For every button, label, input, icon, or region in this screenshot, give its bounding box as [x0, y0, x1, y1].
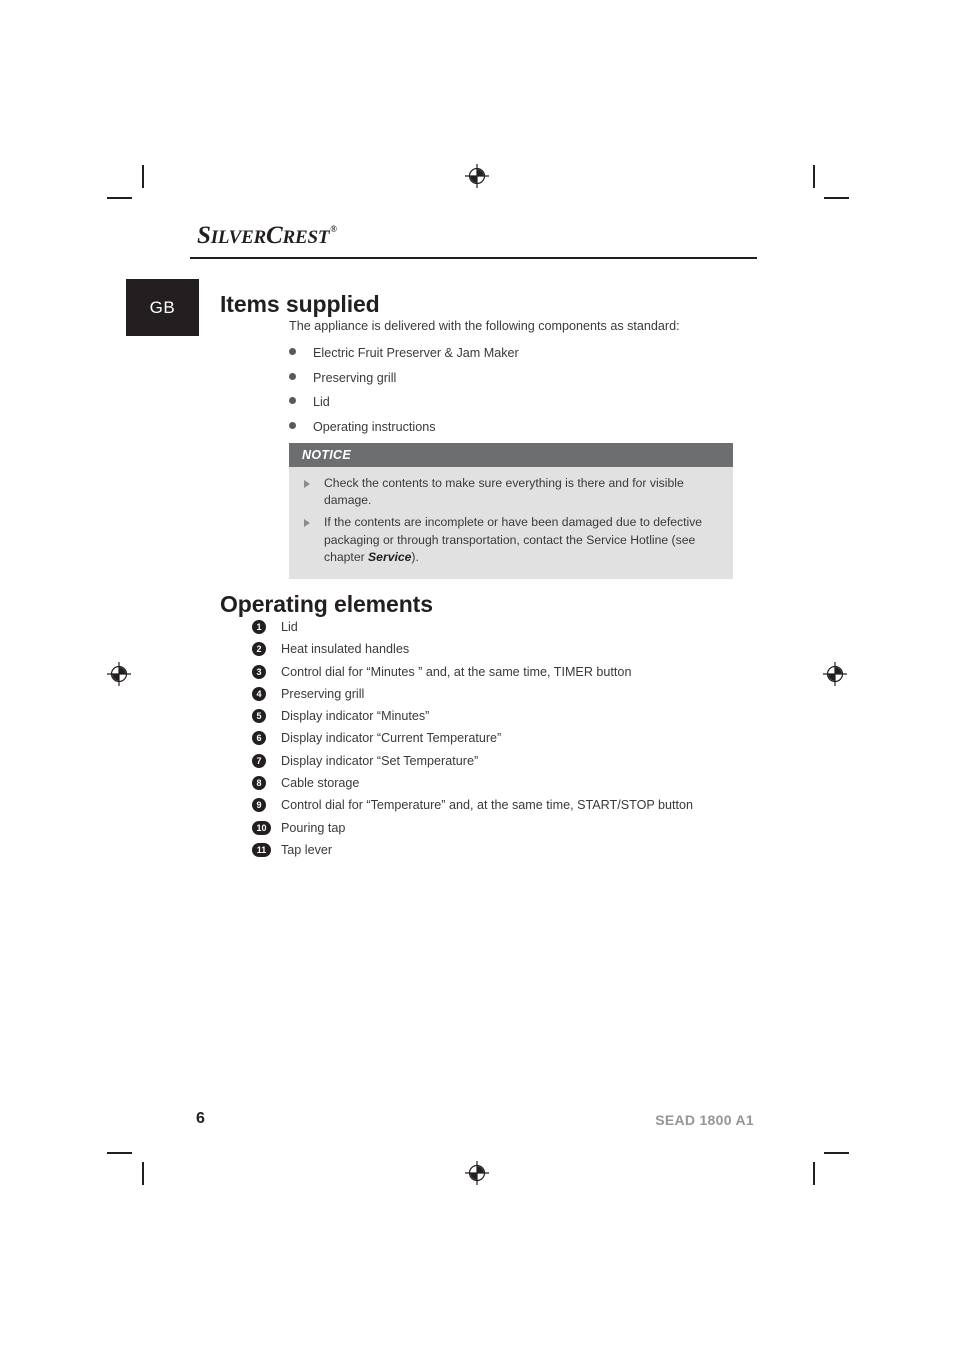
list-item-label: Tap lever [281, 842, 333, 857]
crop-mark-top-right-vertical [813, 165, 815, 188]
list-item: Preserving grill [289, 368, 739, 393]
language-tab-gb: GB [126, 279, 199, 336]
items-supplied-list: Electric Fruit Preserver & Jam Maker Pre… [289, 343, 739, 441]
page-title-operating-elements: Operating elements [220, 591, 433, 618]
list-item: 10 Pouring tap [252, 819, 732, 841]
list-item-label: Display indicator “Set Temperature” [281, 753, 479, 768]
registered-trademark-icon: ® [330, 224, 337, 234]
bullet-dot-icon [289, 348, 296, 355]
list-item: 8 Cable storage [252, 774, 732, 796]
registration-mark-right [822, 661, 848, 687]
list-item-label: Preserving grill [313, 370, 397, 385]
arrow-bullet-icon [304, 518, 310, 527]
crop-mark-bottom-left-horizontal [107, 1152, 132, 1154]
item-number-badge: 9 [252, 798, 266, 813]
operating-elements-list: 1 Lid 2 Heat insulated handles 3 Control… [252, 618, 732, 863]
list-item: 6 Display indicator “Current Temperature… [252, 729, 732, 751]
notice-item: Check the contents to make sure everythi… [302, 475, 721, 509]
arrow-bullet-icon [304, 479, 310, 488]
list-item: 7 Display indicator “Set Temperature” [252, 752, 732, 774]
page-number: 6 [196, 1110, 205, 1127]
list-item-label: Lid [313, 395, 330, 410]
list-item: 11 Tap lever [252, 841, 732, 863]
item-number-badge: 5 [252, 709, 266, 724]
logo-text-s: S [197, 222, 211, 249]
item-number-badge: 10 [252, 820, 271, 835]
list-item: 9 Control dial for “Temperature” and, at… [252, 796, 732, 818]
list-item-label: Cable storage [281, 776, 360, 791]
logo-text-ilver: ILVER [210, 227, 267, 248]
page-title-items-supplied: Items supplied [220, 291, 380, 318]
item-number-badge: 8 [252, 776, 266, 791]
silvercrest-logo: SILVERCREST® [197, 222, 337, 250]
item-number-badge: 2 [252, 642, 266, 657]
logo-text-rest: REST [282, 227, 330, 248]
notice-item: If the contents are incomplete or have b… [302, 514, 721, 566]
header-divider [190, 257, 757, 259]
crop-mark-bottom-left-vertical [142, 1162, 144, 1185]
manual-page: SILVERCREST® GB Items supplied The appli… [0, 0, 954, 1350]
list-item: Electric Fruit Preserver & Jam Maker [289, 343, 739, 368]
list-item-label: Electric Fruit Preserver & Jam Maker [313, 346, 519, 360]
list-item: Lid [289, 392, 739, 417]
item-number-badge: 7 [252, 753, 266, 768]
list-item-label: Heat insulated handles [281, 642, 410, 657]
list-item-label: Preserving grill [281, 686, 365, 701]
list-item-label: Lid [281, 620, 298, 634]
item-number-badge: 11 [252, 842, 271, 857]
list-item-label: Control dial for “Temperature” and, at t… [281, 798, 694, 813]
registration-mark-left [106, 661, 132, 687]
crop-mark-bottom-right-vertical [813, 1162, 815, 1185]
list-item-label: Control dial for “Minutes ” and, at the … [281, 664, 632, 679]
notice-item-emphasis: Service [368, 549, 412, 564]
list-item: Operating instructions [289, 417, 739, 442]
item-number-badge: 3 [252, 664, 266, 679]
list-item: 4 Preserving grill [252, 685, 732, 707]
crop-mark-top-left-horizontal [107, 197, 132, 199]
notice-title: NOTICE [289, 443, 733, 467]
bullet-dot-icon [289, 421, 296, 429]
logo-text-c: C [266, 222, 283, 249]
notice-body: Check the contents to make sure everythi… [289, 467, 733, 580]
registration-mark-top [464, 163, 490, 189]
items-supplied-intro: The appliance is delivered with the foll… [289, 319, 680, 333]
list-item: 2 Heat insulated handles [252, 640, 732, 662]
notice-item-text: Check the contents to make sure everythi… [324, 476, 684, 508]
list-item-label: Display indicator “Minutes” [281, 709, 430, 724]
bullet-dot-icon [289, 372, 296, 380]
item-number-badge: 6 [252, 731, 266, 746]
list-item-label: Pouring tap [281, 820, 346, 835]
crop-mark-top-left-vertical [142, 165, 144, 188]
bullet-dot-icon [289, 397, 296, 405]
list-item: 3 Control dial for “Minutes ” and, at th… [252, 663, 732, 685]
list-item: 1 Lid [252, 618, 732, 640]
notice-callout: NOTICE Check the contents to make sure e… [289, 443, 733, 580]
list-item-label: Display indicator “Current Temperature” [281, 731, 502, 746]
language-tab-label: GB [149, 297, 176, 317]
registration-mark-bottom [464, 1160, 490, 1186]
list-item: 5 Display indicator “Minutes” [252, 707, 732, 729]
notice-item-text-tail: ). [411, 549, 419, 564]
crop-mark-top-right-horizontal [824, 197, 849, 199]
item-number-badge: 4 [252, 686, 266, 701]
model-number: SEAD 1800 A1 [655, 1112, 754, 1128]
item-number-badge: 1 [252, 620, 266, 634]
crop-mark-bottom-right-horizontal [824, 1152, 849, 1154]
list-item-label: Operating instructions [313, 419, 436, 434]
